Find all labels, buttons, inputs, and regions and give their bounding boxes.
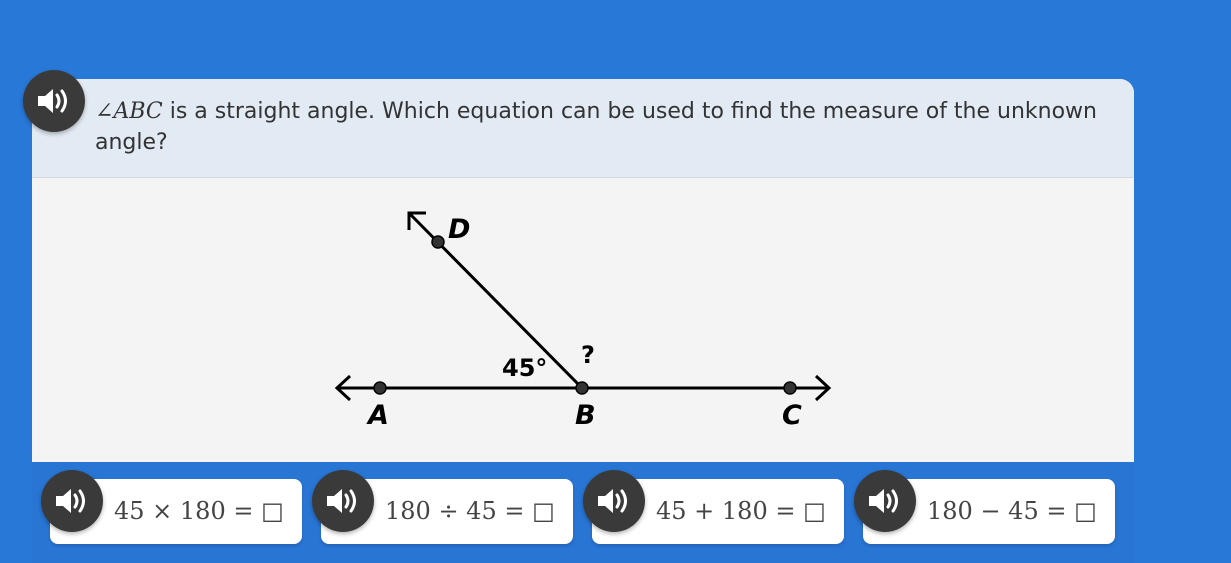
point-d [431,235,445,249]
point-a [373,381,387,395]
point-b [575,381,589,395]
question-header: ∠ABC is a straight angle. Which equation… [32,79,1134,178]
speaker-icon [869,489,898,513]
label-d: D [448,214,470,245]
angle-diagram: A B C D 45° ? [334,211,832,431]
answer-equation: 180 − 45 = □ [927,497,1097,525]
angle-symbol: ∠ [95,99,114,124]
answer-1-audio-button[interactable] [41,470,103,532]
answer-choices: 45 × 180 = □ 180 ÷ 45 = □ 45 + 180 = □ 1… [32,462,1134,563]
figure-area: A B C D 45° ? [32,178,1134,462]
answer-4-audio-button[interactable] [854,470,916,532]
unknown-angle-label: ? [581,341,595,369]
question-body: is a straight angle. Which equation can … [95,99,1097,155]
answer-equation: 45 + 180 = □ [656,497,826,525]
answer-3-audio-button[interactable] [583,470,645,532]
question-text: ∠ABC is a straight angle. Which equation… [95,96,1105,158]
speaker-icon [327,489,356,513]
speaker-icon [598,489,627,513]
question-audio-button[interactable] [23,70,85,132]
label-a: A [366,400,389,431]
answer-equation: 180 ÷ 45 = □ [385,497,555,525]
answer-2-audio-button[interactable] [312,470,374,532]
label-b: B [575,400,596,431]
speaker-icon [38,89,67,113]
answer-equation: 45 × 180 = □ [114,497,284,525]
angle-name: ABC [113,99,163,124]
question-card: ∠ABC is a straight angle. Which equation… [32,79,1134,563]
point-c [783,381,797,395]
speaker-icon [56,489,85,513]
label-c: C [782,400,802,431]
known-angle-label: 45° [502,354,547,382]
